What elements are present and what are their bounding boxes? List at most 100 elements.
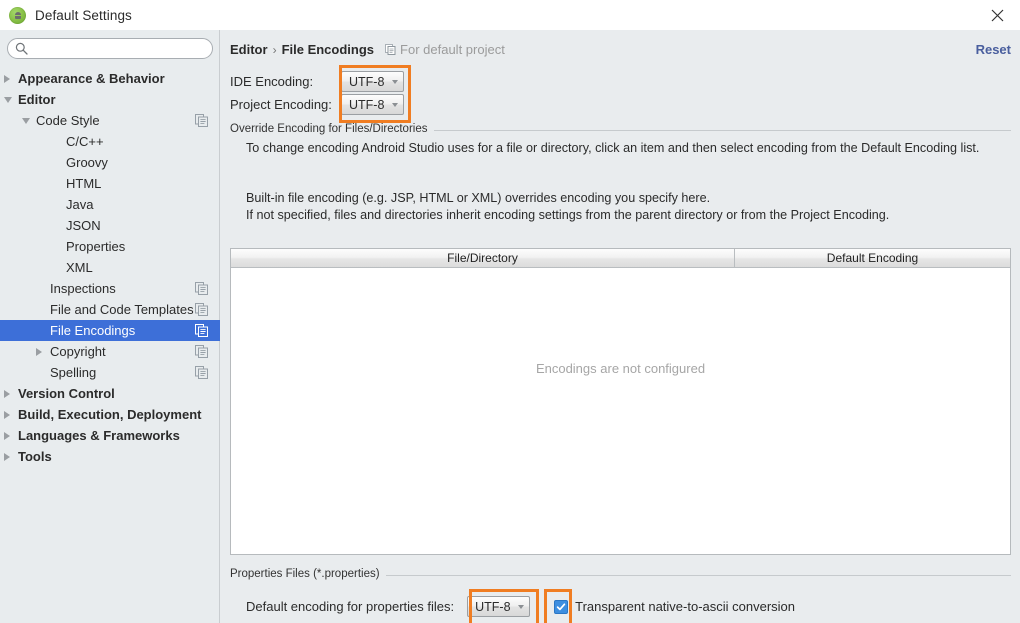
- properties-encoding-label: Default encoding for properties files:: [246, 599, 455, 614]
- breadcrumb-leaf: File Encodings: [281, 42, 375, 57]
- sidebar-item-label: HTML: [66, 176, 102, 191]
- ide-encoding-value: UTF-8: [349, 74, 385, 89]
- project-encoding-row: Project Encoding: UTF-8: [230, 94, 404, 115]
- copy-icon: [385, 44, 396, 55]
- sidebar-item-java[interactable]: Java: [0, 194, 220, 215]
- copy-icon: [195, 114, 208, 127]
- settings-tree: Appearance & Behavior Editor Code Style C/C…: [0, 68, 220, 467]
- chevron-down-icon[interactable]: [4, 96, 12, 103]
- sidebar-item-label: Languages & Frameworks: [18, 428, 180, 443]
- sidebar-item-label: Groovy: [66, 155, 108, 170]
- sidebar-item-file-and-code-templates[interactable]: File and Code Templates: [0, 299, 220, 320]
- file-encodings-panel: Editor › File Encodings For default proj…: [221, 30, 1020, 623]
- reset-link[interactable]: Reset: [976, 42, 1011, 57]
- sidebar-item-label: File Encodings: [50, 323, 136, 338]
- table-empty-message: Encodings are not configured: [535, 361, 706, 376]
- sidebar-item-html[interactable]: HTML: [0, 173, 220, 194]
- sidebar-item-label: Spelling: [50, 365, 97, 380]
- ide-encoding-dropdown[interactable]: UTF-8: [341, 71, 404, 92]
- sidebar-item-label: File and Code Templates: [50, 302, 194, 317]
- sidebar-item-label: XML: [66, 260, 93, 275]
- chevron-down-icon[interactable]: [22, 117, 30, 124]
- sidebar-item-spelling[interactable]: Spelling: [0, 362, 220, 383]
- sidebar-item-label: Inspections: [50, 281, 116, 296]
- sidebar-item-copyright[interactable]: Copyright: [0, 341, 220, 362]
- sidebar-item-editor[interactable]: Editor: [0, 89, 220, 110]
- android-studio-icon: [9, 6, 26, 24]
- sidebar-item-label: Java: [66, 197, 94, 212]
- sidebar-item-xml[interactable]: XML: [0, 257, 220, 278]
- settings-sidebar: Appearance & Behavior Editor Code Style C/C…: [0, 30, 220, 623]
- breadcrumb-separator: ›: [272, 42, 277, 57]
- chevron-down-icon: [518, 604, 525, 609]
- override-group-divider: [411, 130, 1011, 131]
- close-icon[interactable]: [974, 0, 1020, 30]
- chevron-down-icon: [392, 102, 398, 107]
- check-icon: [556, 602, 566, 610]
- column-header-default-encoding[interactable]: Default Encoding: [735, 249, 1010, 267]
- ide-encoding-label: IDE Encoding:: [230, 74, 314, 89]
- sidebar-item-label: JSON: [66, 218, 101, 233]
- sidebar-item-properties[interactable]: Properties: [0, 236, 220, 257]
- column-header-file-directory[interactable]: File/Directory: [231, 249, 735, 267]
- chevron-right-icon[interactable]: [4, 431, 10, 440]
- sidebar-item-appearance-behavior[interactable]: Appearance & Behavior: [0, 68, 220, 89]
- transparent-native-to-ascii-label: Transparent native-to-ascii conversion: [575, 599, 796, 614]
- breadcrumb-note-text: For default project: [400, 42, 505, 57]
- sidebar-item-code-style[interactable]: Code Style: [0, 110, 220, 131]
- chevron-right-icon[interactable]: [4, 74, 10, 83]
- sidebar-item-c-c[interactable]: C/C++: [0, 131, 220, 152]
- sidebar-item-inspections[interactable]: Inspections: [0, 278, 220, 299]
- settings-dialog: Default Settings Appearance & Behavior Ed…: [0, 0, 1020, 623]
- sidebar-item-file-encodings[interactable]: File Encodings: [0, 320, 220, 341]
- project-encoding-dropdown[interactable]: UTF-8: [341, 94, 404, 115]
- window-title: Default Settings: [35, 7, 132, 23]
- properties-encoding-dropdown[interactable]: UTF-8: [467, 596, 531, 617]
- properties-group-divider: [349, 575, 1011, 576]
- sidebar-item-label: C/C++: [66, 134, 104, 149]
- copy-icon: [195, 366, 208, 379]
- sidebar-item-label: Build, Execution, Deployment: [18, 407, 202, 422]
- sidebar-item-label: Copyright: [50, 344, 106, 359]
- sidebar-item-build-execution-deployment[interactable]: Build, Execution, Deployment: [0, 404, 220, 425]
- encodings-table[interactable]: File/Directory Default Encoding Encoding…: [230, 248, 1011, 555]
- properties-encoding-row: Default encoding for properties files: U…: [246, 596, 795, 617]
- search-box[interactable]: [7, 38, 213, 59]
- project-encoding-value: UTF-8: [349, 97, 385, 112]
- breadcrumb: Editor › File Encodings For default proj…: [230, 42, 505, 57]
- sidebar-item-label: Version Control: [18, 386, 115, 401]
- sidebar-item-tools[interactable]: Tools: [0, 446, 220, 467]
- sidebar-item-label: Properties: [66, 239, 126, 254]
- search-input[interactable]: [7, 38, 213, 59]
- properties-encoding-value: UTF-8: [475, 599, 511, 614]
- chevron-right-icon[interactable]: [36, 347, 42, 356]
- transparent-native-to-ascii-checkbox[interactable]: [554, 599, 569, 614]
- chevron-right-icon[interactable]: [4, 410, 10, 419]
- sidebar-item-json[interactable]: JSON: [0, 215, 220, 236]
- override-paragraph-2: Built-in file encoding (e.g. JSP, HTML o…: [246, 191, 711, 205]
- copy-icon: [195, 345, 208, 358]
- sidebar-item-groovy[interactable]: Groovy: [0, 152, 220, 173]
- chevron-down-icon: [392, 79, 398, 84]
- sidebar-item-version-control[interactable]: Version Control: [0, 383, 220, 404]
- override-paragraph-1: To change encoding Android Studio uses f…: [246, 141, 980, 155]
- properties-group-title: Properties Files (*.properties): [230, 568, 386, 580]
- ide-encoding-row: IDE Encoding: UTF-8: [230, 71, 404, 92]
- chevron-right-icon[interactable]: [4, 389, 10, 398]
- sidebar-item-label: Code Style: [36, 113, 100, 128]
- sidebar-item-languages-frameworks[interactable]: Languages & Frameworks: [0, 425, 220, 446]
- chevron-right-icon[interactable]: [4, 452, 10, 461]
- sidebar-item-label: Appearance & Behavior: [18, 71, 165, 86]
- project-encoding-label: Project Encoding:: [230, 97, 332, 112]
- copy-icon: [195, 303, 208, 316]
- sidebar-item-label: Tools: [18, 449, 52, 464]
- copy-icon: [195, 324, 208, 337]
- breadcrumb-note: For default project: [385, 42, 505, 57]
- sidebar-item-label: Editor: [18, 92, 56, 107]
- title-bar: Default Settings: [0, 0, 1020, 30]
- copy-icon: [195, 282, 208, 295]
- table-header-row: File/Directory Default Encoding: [231, 249, 1010, 268]
- breadcrumb-root[interactable]: Editor: [230, 42, 268, 57]
- override-group-title: Override Encoding for Files/Directories: [230, 123, 434, 135]
- override-paragraph-3: If not specified, files and directories …: [246, 208, 890, 222]
